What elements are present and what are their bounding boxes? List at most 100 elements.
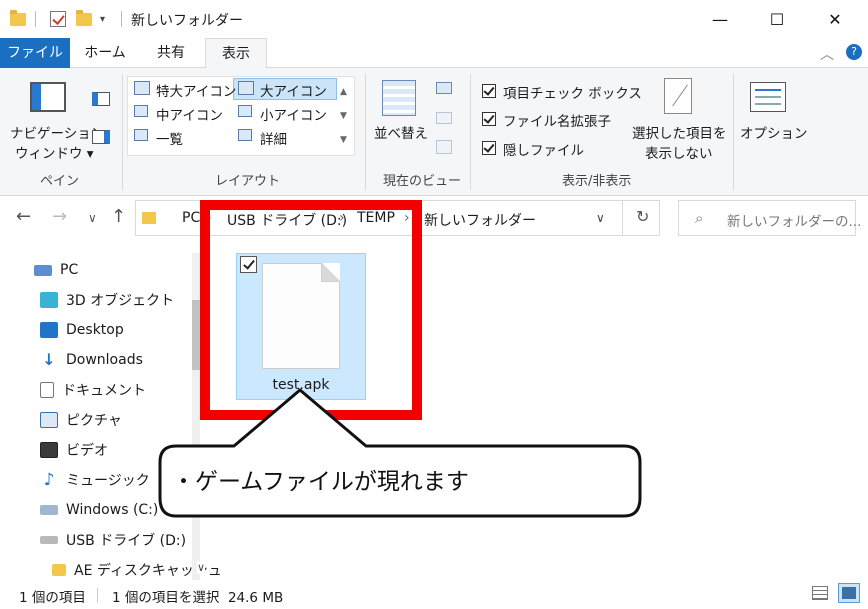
- navigation-pane-icon[interactable]: [30, 82, 66, 112]
- large-icons-icon: [238, 81, 254, 95]
- tab-view[interactable]: 表示: [205, 38, 267, 69]
- gallery-down-icon[interactable]: ▼: [340, 111, 347, 121]
- options-icon[interactable]: [750, 82, 786, 112]
- back-arrow-icon[interactable]: ←: [16, 206, 31, 227]
- search-box[interactable]: ⌕ 新しいフォルダーの...: [678, 200, 861, 236]
- separator: [121, 9, 122, 29]
- ribbon: ナビゲーション ウィンドウ ▾ ペイン 特大アイコン 大アイコン 中アイコン 小…: [0, 68, 868, 196]
- sidebar-item-usb-drive[interactable]: USB ドライブ (D:): [40, 529, 186, 551]
- scroll-down-chevron-icon[interactable]: ∨: [197, 561, 206, 574]
- group-label-show-hide: 表示/非表示: [562, 174, 632, 189]
- breadcrumb-pc[interactable]: PC: [182, 210, 200, 226]
- sidebar-item-label: USB ドライブ (D:): [66, 533, 187, 549]
- layout-small[interactable]: 小アイコン: [260, 104, 327, 124]
- hide-selected-sublabel[interactable]: 表示しない: [645, 142, 713, 162]
- sidebar-item-3d-objects[interactable]: 3D オブジェクト: [40, 289, 174, 311]
- divider: [622, 201, 623, 235]
- sidebar-item-documents[interactable]: ドキュメント: [40, 379, 146, 401]
- item-count: 1 個の項目: [19, 590, 86, 606]
- tab-file[interactable]: ファイル: [0, 38, 70, 68]
- help-icon[interactable]: ?: [846, 44, 862, 60]
- minimize-button[interactable]: —: [695, 0, 745, 38]
- hidden-items-label[interactable]: 隠しファイル: [503, 139, 584, 159]
- recent-locations-chevron-icon[interactable]: ∨: [88, 211, 97, 225]
- new-folder-icon[interactable]: [76, 9, 92, 29]
- hide-selected-icon[interactable]: [664, 78, 692, 114]
- layout-gallery: 特大アイコン 大アイコン 中アイコン 小アイコン 一覧 詳細 ▲ ▼ ▼: [127, 76, 355, 156]
- details-view-icon[interactable]: [812, 586, 828, 600]
- hidden-items-toggle[interactable]: [482, 141, 496, 155]
- layout-details[interactable]: 詳細: [260, 128, 287, 148]
- breadcrumb-chevron-icon[interactable]: ›: [206, 210, 212, 226]
- selection-info: 1 個の項目を選択 24.6 MB: [112, 590, 284, 606]
- breadcrumb-chevron-icon[interactable]: ›: [404, 210, 410, 226]
- 3d-cube-icon: [40, 292, 58, 308]
- up-arrow-icon[interactable]: ↑: [111, 206, 126, 227]
- sidebar-item-videos[interactable]: ビデオ: [40, 439, 108, 461]
- sidebar-item-pc[interactable]: PC: [34, 259, 78, 281]
- size-columns-icon: [436, 140, 452, 154]
- address-dropdown-icon[interactable]: ∨: [596, 211, 605, 225]
- preview-pane-icon[interactable]: [92, 92, 110, 106]
- layout-large[interactable]: 大アイコン: [260, 80, 327, 100]
- title-bar: ▾ 新しいフォルダー — ☐ ✕: [0, 0, 868, 38]
- sort-by-icon[interactable]: [382, 80, 416, 116]
- properties-check-icon[interactable]: [50, 9, 66, 29]
- close-button[interactable]: ✕: [810, 0, 860, 38]
- navigation-pane-label[interactable]: ナビゲーション: [10, 122, 104, 142]
- layout-list[interactable]: 一覧: [156, 128, 183, 148]
- navigation-pane-sublabel[interactable]: ウィンドウ ▾: [15, 142, 94, 162]
- file-extension-toggle[interactable]: [482, 112, 496, 126]
- ribbon-tabs: ファイル ホーム 共有 表示 ︿ ?: [0, 38, 868, 69]
- details-pane-icon[interactable]: [92, 130, 110, 144]
- collapse-ribbon-icon[interactable]: ︿: [820, 44, 834, 64]
- options-label[interactable]: オプション: [740, 122, 808, 142]
- medium-icons-icon: [134, 105, 148, 117]
- sidebar-item-label: Windows (C:): [66, 502, 159, 518]
- sidebar-item-label: ドキュメント: [62, 383, 146, 399]
- gallery-up-icon[interactable]: ▲: [340, 87, 347, 97]
- tab-home[interactable]: ホーム: [76, 38, 134, 68]
- item-checkbox-toggle[interactable]: [482, 84, 496, 98]
- layout-extra-large[interactable]: 特大アイコン: [156, 80, 236, 100]
- group-separator: [365, 74, 366, 190]
- sidebar-item-label: ピクチャ: [66, 413, 122, 429]
- sidebar-item-downloads[interactable]: ↓ Downloads: [40, 349, 143, 371]
- sidebar-scrollbar-thumb[interactable]: [192, 300, 200, 370]
- music-note-icon: ♪: [43, 470, 55, 490]
- download-arrow-icon: ↓: [42, 350, 56, 369]
- sidebar-item-music[interactable]: ♪ ミュージック: [40, 469, 150, 491]
- sidebar-item-label: Desktop: [66, 322, 124, 338]
- tab-share[interactable]: 共有: [140, 38, 202, 68]
- drive-icon: [40, 505, 58, 515]
- breadcrumb-usb-drive[interactable]: USB ドライブ (D:): [227, 210, 347, 230]
- breadcrumb-new-folder[interactable]: 新しいフォルダー: [424, 210, 536, 230]
- sidebar-item-windows-drive[interactable]: Windows (C:): [40, 499, 158, 521]
- search-placeholder: 新しいフォルダーの...: [727, 214, 862, 230]
- gallery-more-icon[interactable]: ▼: [340, 135, 347, 145]
- address-bar[interactable]: PC › USB ドライブ (D:) › TEMP › 新しいフォルダー ∨ ↻: [135, 200, 660, 236]
- sort-by-label[interactable]: 並べ替え: [374, 122, 428, 142]
- sidebar-item-pictures[interactable]: ピクチャ: [40, 409, 122, 431]
- file-extension-label[interactable]: ファイル名拡張子: [503, 110, 611, 130]
- quick-access-dropdown-icon[interactable]: ▾: [100, 9, 105, 29]
- folder-icon: [142, 212, 156, 224]
- layout-medium[interactable]: 中アイコン: [156, 104, 223, 124]
- file-icon: [262, 263, 340, 369]
- sidebar-item-label: 3D オブジェクト: [66, 293, 175, 309]
- hide-selected-label[interactable]: 選択した項目を: [632, 122, 727, 142]
- file-item-checkbox[interactable]: [240, 256, 257, 273]
- small-icons-icon: [238, 105, 252, 117]
- large-icons-view-icon[interactable]: [838, 583, 860, 603]
- breadcrumb-temp[interactable]: TEMP: [357, 210, 395, 226]
- sidebar-item-label: ミュージック: [66, 473, 150, 489]
- refresh-icon[interactable]: ↻: [636, 207, 649, 226]
- breadcrumb-chevron-icon[interactable]: ›: [339, 210, 345, 226]
- divider: [97, 588, 98, 603]
- group-by-icon[interactable]: [436, 82, 452, 94]
- forward-arrow-icon[interactable]: →: [52, 206, 67, 227]
- sidebar-item-label: ビデオ: [66, 443, 108, 459]
- sidebar-item-desktop[interactable]: Desktop: [40, 319, 124, 341]
- maximize-button[interactable]: ☐: [752, 0, 802, 38]
- item-checkbox-label[interactable]: 項目チェック ボックス: [503, 82, 642, 102]
